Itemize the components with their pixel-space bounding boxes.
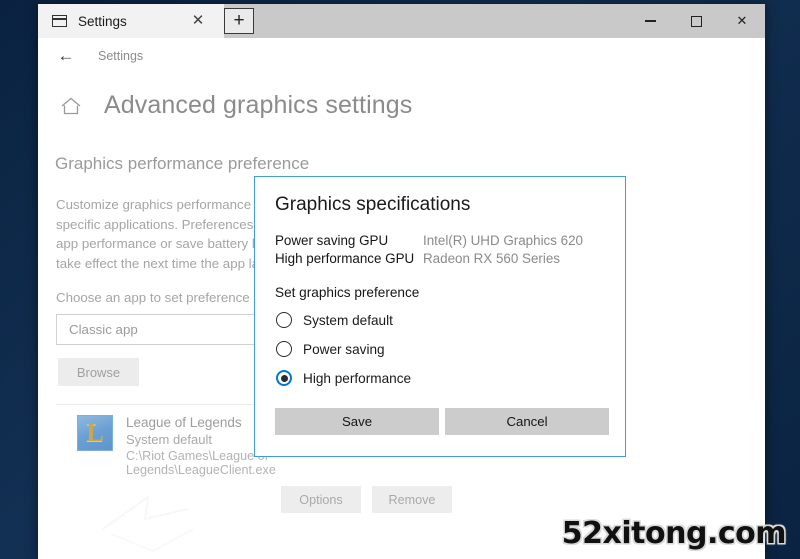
radio-icon-selected — [276, 370, 292, 386]
radio-label: High performance — [303, 370, 412, 386]
graphics-specifications-dialog: Graphics specifications Power saving GPU… — [254, 176, 626, 457]
home-icon[interactable] — [60, 96, 82, 116]
remove-button[interactable]: Remove — [372, 486, 452, 513]
dialog-title: Graphics specifications — [275, 194, 471, 215]
tab-label: Settings — [78, 13, 127, 29]
site-watermark: 52xitong.com — [561, 516, 787, 551]
radio-label: System default — [303, 312, 393, 328]
app-type-value: Classic app — [69, 322, 138, 337]
spec-value: Intel(R) UHD Graphics 620 — [423, 233, 583, 248]
section-title: Graphics performance preference — [55, 154, 310, 173]
app-icon-glyph: L — [86, 418, 104, 447]
radio-system-default[interactable]: System default — [276, 312, 393, 328]
spec-row-power-saving: Power saving GPU Intel(R) UHD Graphics 6… — [275, 233, 583, 248]
window-titlebar: Settings ✕ + ✕ — [38, 4, 765, 38]
settings-window: Settings ✕ + ✕ ← Settings Advanced graph… — [38, 4, 765, 559]
close-window-icon[interactable]: ✕ — [719, 4, 765, 38]
spec-label: High performance GPU — [275, 251, 415, 266]
new-tab-button[interactable]: + — [224, 8, 254, 34]
cancel-button[interactable]: Cancel — [445, 408, 609, 435]
set-preference-label: Set graphics preference — [275, 285, 420, 300]
spec-label: Power saving GPU — [275, 233, 389, 248]
close-tab-icon[interactable]: ✕ — [190, 13, 206, 29]
breadcrumb: Settings — [98, 49, 144, 63]
radio-icon — [276, 341, 292, 357]
radio-icon — [276, 312, 292, 328]
background-watermark-shape — [102, 494, 194, 553]
window-controls: ✕ — [627, 4, 765, 38]
radio-high-performance[interactable]: High performance — [276, 370, 411, 386]
page-title: Advanced graphics settings — [104, 91, 413, 119]
save-button[interactable]: Save — [275, 408, 439, 435]
app-action-buttons: Options Remove — [281, 486, 452, 513]
maximize-button[interactable] — [673, 4, 719, 38]
spec-row-high-performance: High performance GPU Radeon RX 560 Serie… — [275, 251, 560, 266]
radio-label: Power saving — [303, 341, 385, 357]
minimize-button[interactable] — [627, 4, 673, 38]
options-button[interactable]: Options — [281, 486, 361, 513]
spec-value: Radeon RX 560 Series — [423, 251, 560, 266]
back-arrow-icon[interactable]: ← — [52, 43, 80, 69]
settings-navigation-bar: ← Settings — [38, 38, 765, 74]
choose-app-label: Choose an app to set preference — [56, 290, 250, 305]
window-icon — [52, 15, 67, 27]
page-header: Advanced graphics settings — [60, 91, 412, 120]
desktop-background: Settings ✕ + ✕ ← Settings Advanced graph… — [0, 0, 800, 559]
radio-power-saving[interactable]: Power saving — [276, 341, 385, 357]
app-icon: L — [77, 415, 113, 451]
tab-settings[interactable]: Settings ✕ — [38, 4, 224, 38]
browse-button[interactable]: Browse — [58, 358, 139, 386]
